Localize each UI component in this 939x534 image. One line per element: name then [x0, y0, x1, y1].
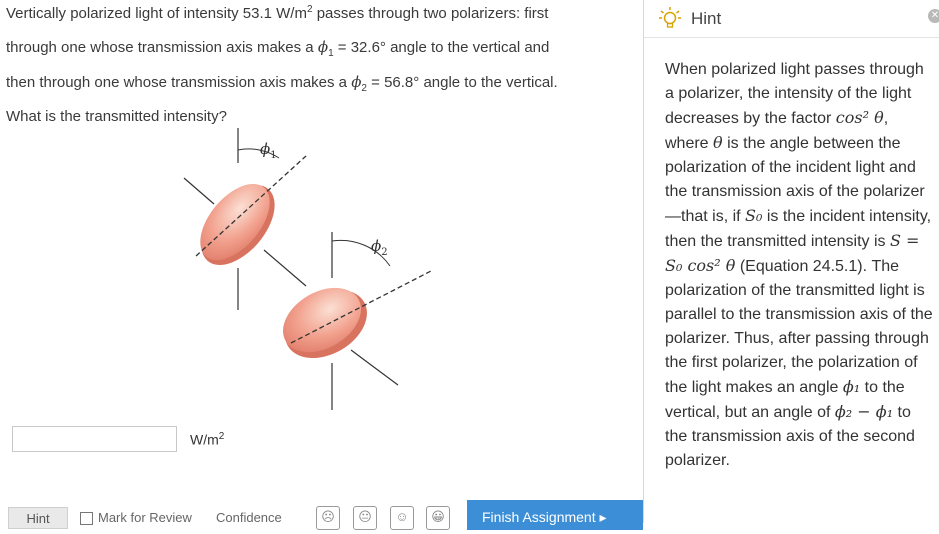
hint-button[interactable]: Hint	[8, 507, 68, 529]
phi-symbol: ϕ	[351, 73, 362, 91]
hint-header: Hint ✕	[644, 0, 939, 38]
confidence-low-icon[interactable]: ☹	[316, 506, 340, 530]
question-line-1: Vertically polarized light of intensity …	[6, 4, 549, 22]
propagation-line-c	[350, 349, 399, 386]
confidence-good-icon[interactable]: ☺	[390, 506, 414, 530]
polarizer-diagram: ϕ1 ϕ2	[183, 128, 432, 410]
phi1-label: ϕ1	[260, 140, 277, 161]
phi2-label: ϕ2	[371, 237, 388, 258]
hint-title: Hint	[691, 9, 722, 28]
hint-body: When polarized light passes through a po…	[665, 61, 933, 469]
confidence-high-icon[interactable]: 😀	[426, 506, 450, 530]
question-line-3: then through one whose transmission axis…	[6, 73, 558, 94]
propagation-line-a	[183, 177, 215, 205]
mark-for-review-checkbox[interactable]	[80, 512, 93, 525]
lightbulb-icon	[659, 7, 681, 28]
finish-assignment-button[interactable]: Finish Assignment ▸	[467, 500, 643, 530]
answer-unit: W/m2	[190, 431, 225, 448]
close-icon[interactable]: ✕	[928, 9, 939, 23]
question-line-4: What is the transmitted intensity?	[6, 108, 227, 125]
propagation-line-b	[263, 249, 307, 287]
confidence-neutral-icon[interactable]: 😐	[353, 506, 377, 530]
answer-input[interactable]	[12, 426, 177, 452]
hint-panel: Hint ✕ When polarized light passes throu…	[643, 0, 939, 523]
question-line-2: through one whose transmission axis make…	[6, 38, 550, 59]
bottom-toolbar: Hint Mark for Review Confidence ☹ 😐 ☺ 😀 …	[0, 500, 643, 530]
